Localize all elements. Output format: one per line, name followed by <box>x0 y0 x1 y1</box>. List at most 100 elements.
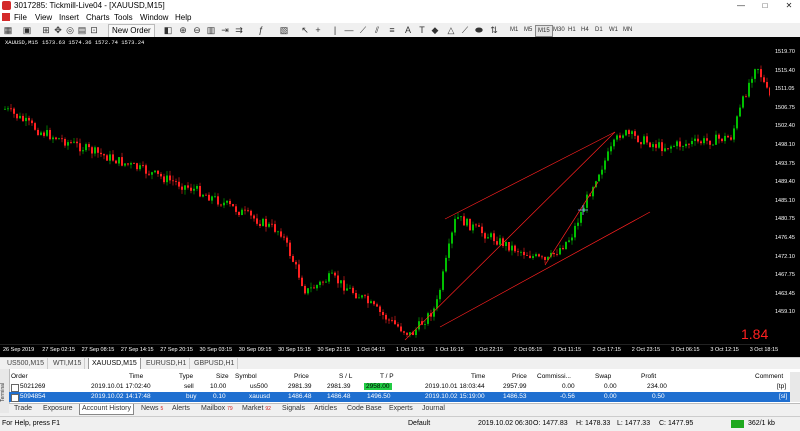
fan-icon[interactable]: ⟋ <box>460 25 470 35</box>
tab-us500[interactable]: US500,M15 <box>4 358 48 369</box>
trend-channel-line[interactable] <box>544 181 599 266</box>
menu-file[interactable]: File <box>14 13 27 22</box>
menu-help[interactable]: Help <box>175 13 191 22</box>
trend-channel-line[interactable] <box>439 211 651 328</box>
strategy-tester-icon[interactable]: ⊡ <box>89 25 99 35</box>
maximize-button[interactable]: □ <box>754 0 776 12</box>
timeframe-d1[interactable]: D1 <box>593 25 605 35</box>
trendline-icon[interactable]: ⟋ <box>358 25 368 35</box>
tab-articles[interactable]: Articles <box>314 404 337 414</box>
tile-windows-icon[interactable]: ▥ <box>206 25 216 35</box>
templates-icon[interactable]: ▧ <box>279 25 289 35</box>
menu-insert[interactable]: Insert <box>59 13 79 22</box>
tab-code-base[interactable]: Code Base <box>347 404 382 414</box>
history-row-selected[interactable]: 5094854 2019.10.02 14:17:48 buy 0.10 xau… <box>9 392 790 402</box>
market-watch-icon[interactable]: ⊞ <box>41 25 51 35</box>
vertical-line-icon[interactable]: | <box>330 25 340 35</box>
col-symbol[interactable]: Symbol <box>235 372 257 382</box>
trend-channel-line[interactable] <box>404 131 616 341</box>
zoom-in-icon[interactable]: ⊕ <box>178 25 188 35</box>
indicators-icon[interactable]: ƒ <box>256 25 266 35</box>
col-type[interactable]: Type <box>179 372 193 382</box>
ellipse-icon[interactable]: ⬬ <box>474 25 484 35</box>
menu-charts[interactable]: Charts <box>86 13 110 22</box>
col-commission[interactable]: Commissi... <box>537 372 571 382</box>
col-close-time[interactable]: Time <box>471 372 485 382</box>
menu-view[interactable]: View <box>35 13 52 22</box>
col-time[interactable]: Time <box>129 372 143 382</box>
autoscroll-icon[interactable]: ⇉ <box>234 25 244 35</box>
profiles-icon[interactable]: ▣ <box>22 25 32 35</box>
menu-window[interactable]: Window <box>140 13 168 22</box>
horizontal-line-icon[interactable]: — <box>344 25 354 35</box>
candle-body <box>493 233 495 242</box>
candle-body <box>613 139 615 147</box>
terminal-scrollbar[interactable] <box>790 372 800 402</box>
close-button[interactable]: ✕ <box>778 0 800 12</box>
candlestick-plot[interactable] <box>0 37 770 345</box>
col-size[interactable]: Size <box>216 372 229 382</box>
autotrading-icon[interactable]: ◧ <box>163 25 173 35</box>
trend-channel-line[interactable] <box>444 131 616 220</box>
tab-market[interactable]: Market 92 <box>242 404 271 414</box>
triangle-icon[interactable]: △ <box>446 25 456 35</box>
tab-trade[interactable]: Trade <box>14 404 32 414</box>
candle-body <box>475 224 477 226</box>
menu-tools[interactable]: Tools <box>114 13 133 22</box>
chart-shift-icon[interactable]: ⇥ <box>220 25 230 35</box>
tab-exposure[interactable]: Exposure <box>43 404 73 414</box>
terminal-icon[interactable]: ▤ <box>77 25 87 35</box>
timeframe-m30[interactable]: M30 <box>551 25 567 35</box>
text-label-icon[interactable]: T <box>417 25 427 35</box>
status-close: C: 1477.95 <box>659 420 694 427</box>
new-order-button[interactable]: New Order <box>108 24 155 38</box>
tab-mailbox[interactable]: Mailbox 79 <box>201 404 233 414</box>
col-order[interactable]: Order <box>11 372 28 382</box>
minimize-button[interactable]: — <box>730 0 752 12</box>
tab-experts[interactable]: Experts <box>389 404 413 414</box>
history-row[interactable]: 5021269 2019.10.01 17:02:40 sell 10.00 u… <box>9 382 790 392</box>
col-sl[interactable]: S / L <box>339 372 352 382</box>
col-price[interactable]: Price <box>294 372 309 382</box>
navigator-icon[interactable]: ◎ <box>65 25 75 35</box>
col-swap[interactable]: Swap <box>595 372 611 382</box>
col-profit[interactable]: Profit <box>641 372 656 382</box>
tab-eurusd[interactable]: EURUSD,H1 <box>143 358 191 369</box>
tab-alerts[interactable]: Alerts <box>172 404 190 414</box>
tab-wti[interactable]: WTI,M15 <box>50 358 86 369</box>
candle-body <box>694 138 696 141</box>
new-chart-icon[interactable]: ▦ <box>3 25 13 35</box>
tab-account-history[interactable]: Account History <box>79 404 135 415</box>
col-close-price[interactable]: Price <box>512 372 527 382</box>
timeframe-m5[interactable]: M5 <box>522 25 534 35</box>
timeframe-mn[interactable]: MN <box>621 25 634 35</box>
cell-sl: 2981.39 <box>327 383 351 390</box>
candle-body <box>610 146 612 152</box>
zoom-out-icon[interactable]: ⊖ <box>192 25 202 35</box>
candle-body <box>118 157 120 164</box>
tab-journal[interactable]: Journal <box>422 404 445 414</box>
text-icon[interactable]: A <box>403 25 413 35</box>
crosshair-move-icon[interactable]: ✥ <box>53 25 63 35</box>
col-comment[interactable]: Comment <box>755 372 783 382</box>
fibonacci-icon[interactable]: ≡ <box>387 25 397 35</box>
candle-body <box>157 170 159 174</box>
price-chart[interactable]: XAUUSD,M15 1573.63 1574.36 1572.74 1573.2… <box>0 37 800 357</box>
candle-body <box>484 233 486 239</box>
col-tp[interactable]: T / P <box>380 372 394 382</box>
equidistant-channel-icon[interactable]: ⫽ <box>372 25 382 35</box>
candle-body <box>727 135 729 138</box>
cursor-icon[interactable]: ↖ <box>300 25 310 35</box>
tab-gbpusd[interactable]: GBPUSD,H1 <box>191 358 239 369</box>
candle-body <box>73 141 75 143</box>
timeframe-w1[interactable]: W1 <box>607 25 620 35</box>
tab-news[interactable]: News 5 <box>141 404 163 414</box>
timeframe-m1[interactable]: M1 <box>508 25 520 35</box>
timeframe-h1[interactable]: H1 <box>566 25 578 35</box>
candle-body <box>307 288 309 294</box>
timeframe-h4[interactable]: H4 <box>579 25 591 35</box>
tab-signals[interactable]: Signals <box>282 404 305 414</box>
crosshair-icon[interactable]: + <box>313 25 323 35</box>
arrows-icon[interactable]: ⇅ <box>489 25 499 35</box>
shapes-icon[interactable]: ◆ <box>430 25 440 35</box>
